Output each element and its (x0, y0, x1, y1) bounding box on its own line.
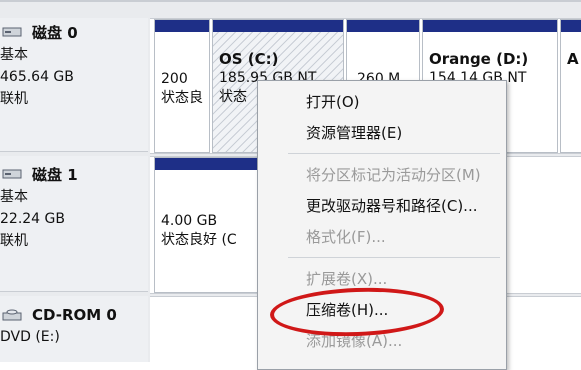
menu-separator (288, 153, 500, 154)
disk-size: 22.24 GB (0, 211, 65, 227)
optical-drive-icon (2, 308, 24, 322)
disk-size: 465.64 GB (0, 69, 74, 85)
disk-0-label[interactable]: 磁盘 0 基本 465.64 GB 联机 (0, 18, 148, 152)
menu-item-change-drive-letter[interactable]: 更改驱动器号和路径(C)... (306, 195, 477, 216)
disk-type: DVD (E:) (0, 329, 60, 345)
disk-title: 磁盘 0 (32, 24, 78, 42)
disk-status: 联机 (0, 233, 28, 249)
partition-disk1[interactable]: 4.00 GB 状态良好 (C (154, 157, 258, 293)
disk-type: 基本 (0, 189, 28, 205)
partition-name: Orange (D:) (429, 50, 529, 68)
disk-type: 基本 (0, 47, 28, 63)
partition-name: OS (C:) (219, 50, 279, 68)
hard-disk-icon (2, 26, 24, 40)
menu-item-format[interactable]: 格式化(F)... (306, 226, 386, 247)
menu-separator (288, 257, 500, 258)
menu-item-extend-volume[interactable]: 扩展卷(X)... (306, 268, 387, 289)
disk-management-view: 磁盘 0 基本 465.64 GB 联机 200 状态良 OS (C:) 185… (0, 0, 581, 370)
disk-title: 磁盘 1 (32, 166, 78, 184)
disk-title: CD-ROM 0 (32, 306, 117, 324)
partition-size: 200 (161, 71, 188, 87)
menu-item-open[interactable]: 打开(O) (306, 91, 360, 112)
partition-name: A (567, 50, 579, 68)
partition-status: 状态良好 (C (161, 232, 237, 248)
menu-item-explorer[interactable]: 资源管理器(E) (306, 122, 402, 143)
cdrom-label[interactable]: CD-ROM 0 DVD (E:) (0, 296, 148, 362)
hard-disk-icon (2, 168, 24, 182)
disk-1-label[interactable]: 磁盘 1 基本 22.24 GB 联机 (0, 156, 148, 292)
partition-a[interactable]: A (560, 19, 581, 153)
partition-size: 4.00 GB (161, 213, 218, 229)
disk-status: 联机 (0, 91, 28, 107)
partition-status: 状态良 (161, 90, 203, 106)
menu-item-mark-active[interactable]: 将分区标记为活动分区(M) (306, 164, 481, 185)
partition-system-reserved[interactable]: 200 状态良 (154, 19, 210, 153)
top-border (0, 0, 581, 2)
